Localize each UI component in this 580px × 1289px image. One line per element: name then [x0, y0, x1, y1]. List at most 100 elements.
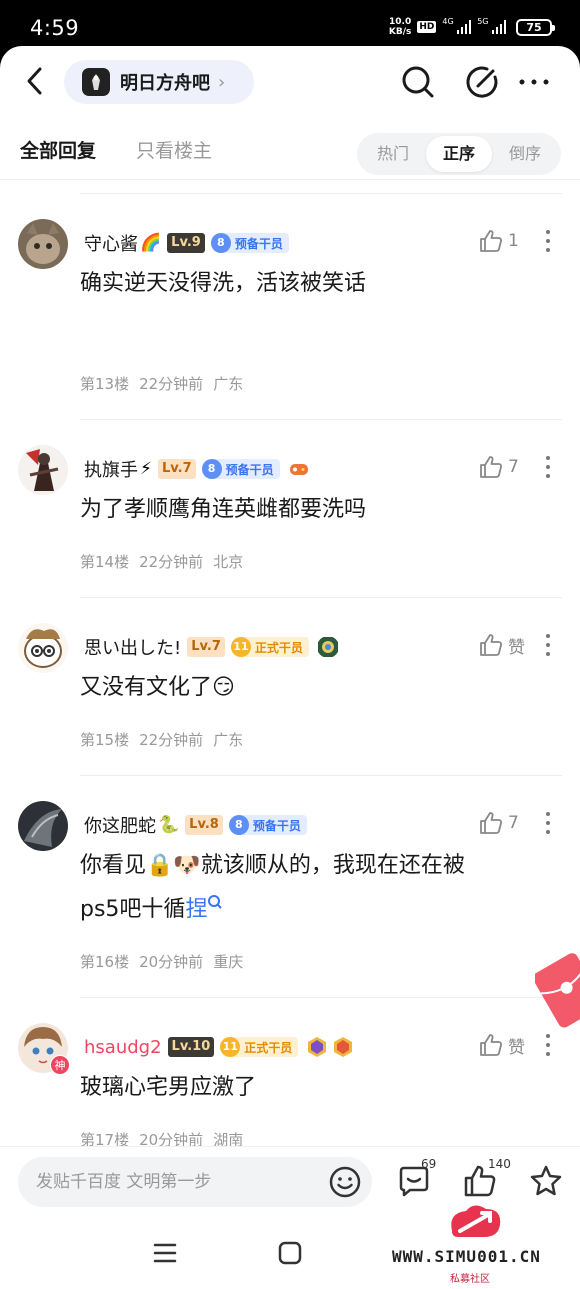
reply-location: 广东	[213, 731, 244, 749]
back-arrow-icon	[27, 67, 42, 95]
like-button[interactable]: 赞	[478, 1031, 525, 1059]
reply-time: 22分钟前	[139, 553, 204, 571]
avatar[interactable]: 神	[18, 1023, 70, 1075]
level-badge: Lv.10	[167, 1037, 215, 1057]
reply-more-button[interactable]	[538, 631, 558, 659]
like-count: 7	[508, 457, 519, 477]
favorite-button[interactable]	[528, 1163, 564, 1199]
reply-header: 你这肥蛇 🐍 Lv.8 8 预备干员	[84, 812, 307, 838]
forum-link[interactable]: 明日方舟吧 ›	[64, 60, 254, 104]
sort-ascending[interactable]: 正序	[426, 136, 492, 172]
username[interactable]: 守心酱	[84, 230, 138, 256]
lock-emoji: 🔒	[146, 853, 174, 878]
search-button[interactable]	[400, 64, 436, 100]
reply-more-button[interactable]	[538, 809, 558, 837]
top-nav: 明日方舟吧 ›	[0, 46, 580, 118]
orange-medal-icon	[334, 1037, 353, 1057]
more-vertical-icon	[546, 456, 550, 478]
reply-location: 重庆	[213, 953, 244, 971]
reply-time: 20分钟前	[139, 1131, 204, 1146]
more-vertical-icon	[546, 634, 550, 656]
reply-header: 执旗手 ⚡ Lv.7 8 预备干员	[84, 456, 310, 482]
username[interactable]: hsaudg2	[84, 1037, 162, 1058]
divider	[80, 597, 562, 598]
search-icon	[402, 66, 434, 98]
emoji-button[interactable]	[328, 1165, 362, 1199]
sort-descending[interactable]: 倒序	[492, 136, 558, 172]
reply-meta: 第14楼 22分钟前 北京	[80, 551, 253, 572]
like-button[interactable]: 7	[478, 809, 519, 837]
floor-number: 第15楼	[80, 731, 130, 749]
reply-content: 你看见🔒🐶就该顺从的，我现在还在被 ps5吧十循捏	[80, 853, 465, 922]
forum-logo-icon	[82, 68, 110, 96]
rank-badge: 11 正式干员	[220, 1037, 299, 1057]
watermark-subtext: 私募社区	[450, 1274, 490, 1285]
divider	[80, 193, 562, 194]
smiley-icon	[329, 1166, 361, 1198]
username[interactable]: 执旗手	[84, 456, 138, 482]
more-options-button[interactable]	[516, 64, 552, 100]
like-label: 赞	[508, 637, 525, 658]
avatar[interactable]	[18, 445, 68, 495]
rank-badge: 11 正式干员	[230, 637, 309, 657]
search-keyword-link[interactable]: 捏	[185, 897, 207, 922]
reply-more-button[interactable]	[538, 1031, 558, 1059]
thread-like-count: 140	[488, 1157, 511, 1171]
purple-medal-icon	[308, 1037, 327, 1057]
search-small-icon	[208, 895, 223, 909]
sort-hot[interactable]: 热门	[360, 136, 426, 172]
watermark-logo	[451, 1205, 501, 1237]
tab-owner-only[interactable]: 只看楼主	[136, 136, 212, 163]
reply-content: 确实逆天没得洗，活该被笑话	[80, 271, 367, 296]
like-button[interactable]: 1	[478, 227, 519, 255]
divider	[80, 419, 562, 420]
reply-location: 湖南	[213, 1131, 244, 1146]
like-count: 7	[508, 813, 519, 833]
reply-meta: 第17楼 20分钟前 湖南	[80, 1129, 253, 1146]
red-packet-float[interactable]	[533, 951, 580, 1031]
like-label: 赞	[508, 1037, 525, 1058]
tab-all-replies[interactable]: 全部回复	[20, 136, 96, 163]
thumbs-up-icon	[480, 456, 503, 478]
watermark-text: WWW.SIMU001.CN	[392, 1247, 541, 1266]
chevron-right-icon: ›	[218, 71, 226, 93]
reply-more-button[interactable]	[538, 453, 558, 481]
avatar[interactable]	[18, 801, 68, 851]
signal-icon-2	[491, 20, 506, 34]
smirk-emoji: 😏	[212, 675, 235, 700]
reply-content: 玻璃心宅男应激了	[80, 1075, 257, 1100]
username[interactable]: 思い出した!	[84, 634, 181, 660]
username[interactable]: 你这肥蛇	[84, 812, 156, 838]
thumbs-up-icon	[480, 634, 503, 656]
reply-header: 守心酱 🌈 Lv.9 8 预备干员	[84, 230, 289, 256]
like-button[interactable]: 7	[478, 453, 519, 481]
level-badge: Lv.7	[187, 637, 225, 657]
avatar[interactable]	[18, 623, 68, 673]
network-type-2: 5G	[477, 17, 489, 26]
reply-header: 思い出した! Lv.7 11 正式干员	[84, 634, 339, 660]
reply-more-button[interactable]	[538, 227, 558, 255]
divider	[80, 997, 562, 998]
like-button[interactable]: 赞	[478, 631, 525, 659]
recent-apps-icon[interactable]	[153, 1242, 177, 1264]
back-button[interactable]	[22, 64, 52, 98]
edit-icon	[466, 66, 498, 98]
reply-time: 20分钟前	[139, 953, 204, 971]
avatar-badge: 神	[50, 1055, 70, 1075]
write-post-button[interactable]	[464, 64, 500, 100]
reply-meta: 第16楼 20分钟前 重庆	[80, 951, 253, 972]
red-envelope-icon	[533, 953, 580, 1028]
badge-medal-icon	[317, 637, 338, 657]
floor-number: 第16楼	[80, 953, 130, 971]
home-icon[interactable]	[278, 1241, 302, 1265]
avatar[interactable]	[18, 219, 68, 269]
level-badge: Lv.8	[185, 815, 223, 835]
reply-content: 又没有文化了😏	[80, 675, 235, 700]
reply-input-container[interactable]	[18, 1157, 372, 1207]
network-speed: 10.0 KB/s	[388, 17, 412, 37]
reply-input[interactable]	[36, 1172, 306, 1192]
reply-meta: 第13楼 22分钟前 广东	[80, 373, 253, 394]
more-vertical-icon	[546, 1034, 550, 1056]
app-window: 明日方舟吧 › 全部回复 只看楼主 热门 正序 倒序 守心酱 🌈 Lv.9 8 …	[0, 46, 580, 1289]
reply-filter-bar: 全部回复 只看楼主 热门 正序 倒序	[0, 118, 580, 180]
